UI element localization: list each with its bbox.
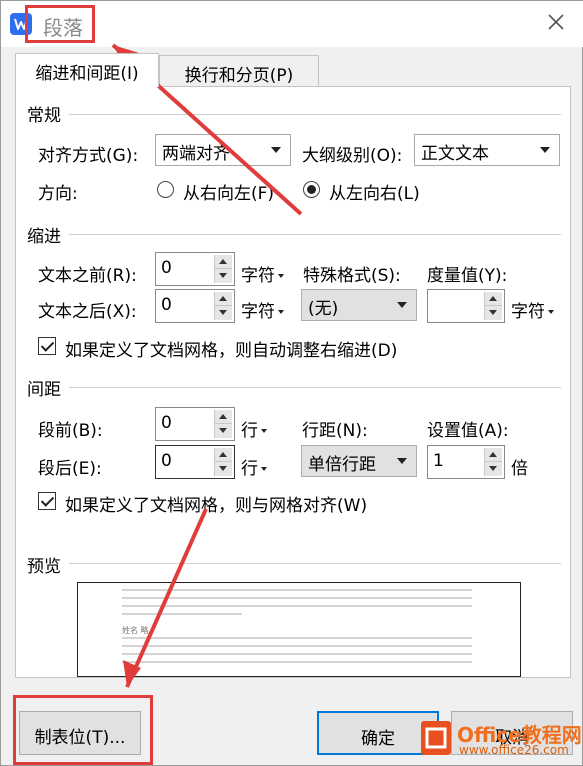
annotation-arrows	[111, 43, 303, 688]
tab-indent-spacing[interactable]: 缩进和间距(I)	[15, 53, 159, 87]
paragraph-dialog: 段落 缩进和间距(I) 换行和分页(P) 常规 对齐方式(G): 两端对齐 大纲…	[0, 0, 583, 766]
office-logo-icon	[421, 721, 451, 755]
watermark-url: www.office26.com	[459, 743, 569, 757]
watermark: Office教程网 www.office26.com	[421, 717, 582, 761]
